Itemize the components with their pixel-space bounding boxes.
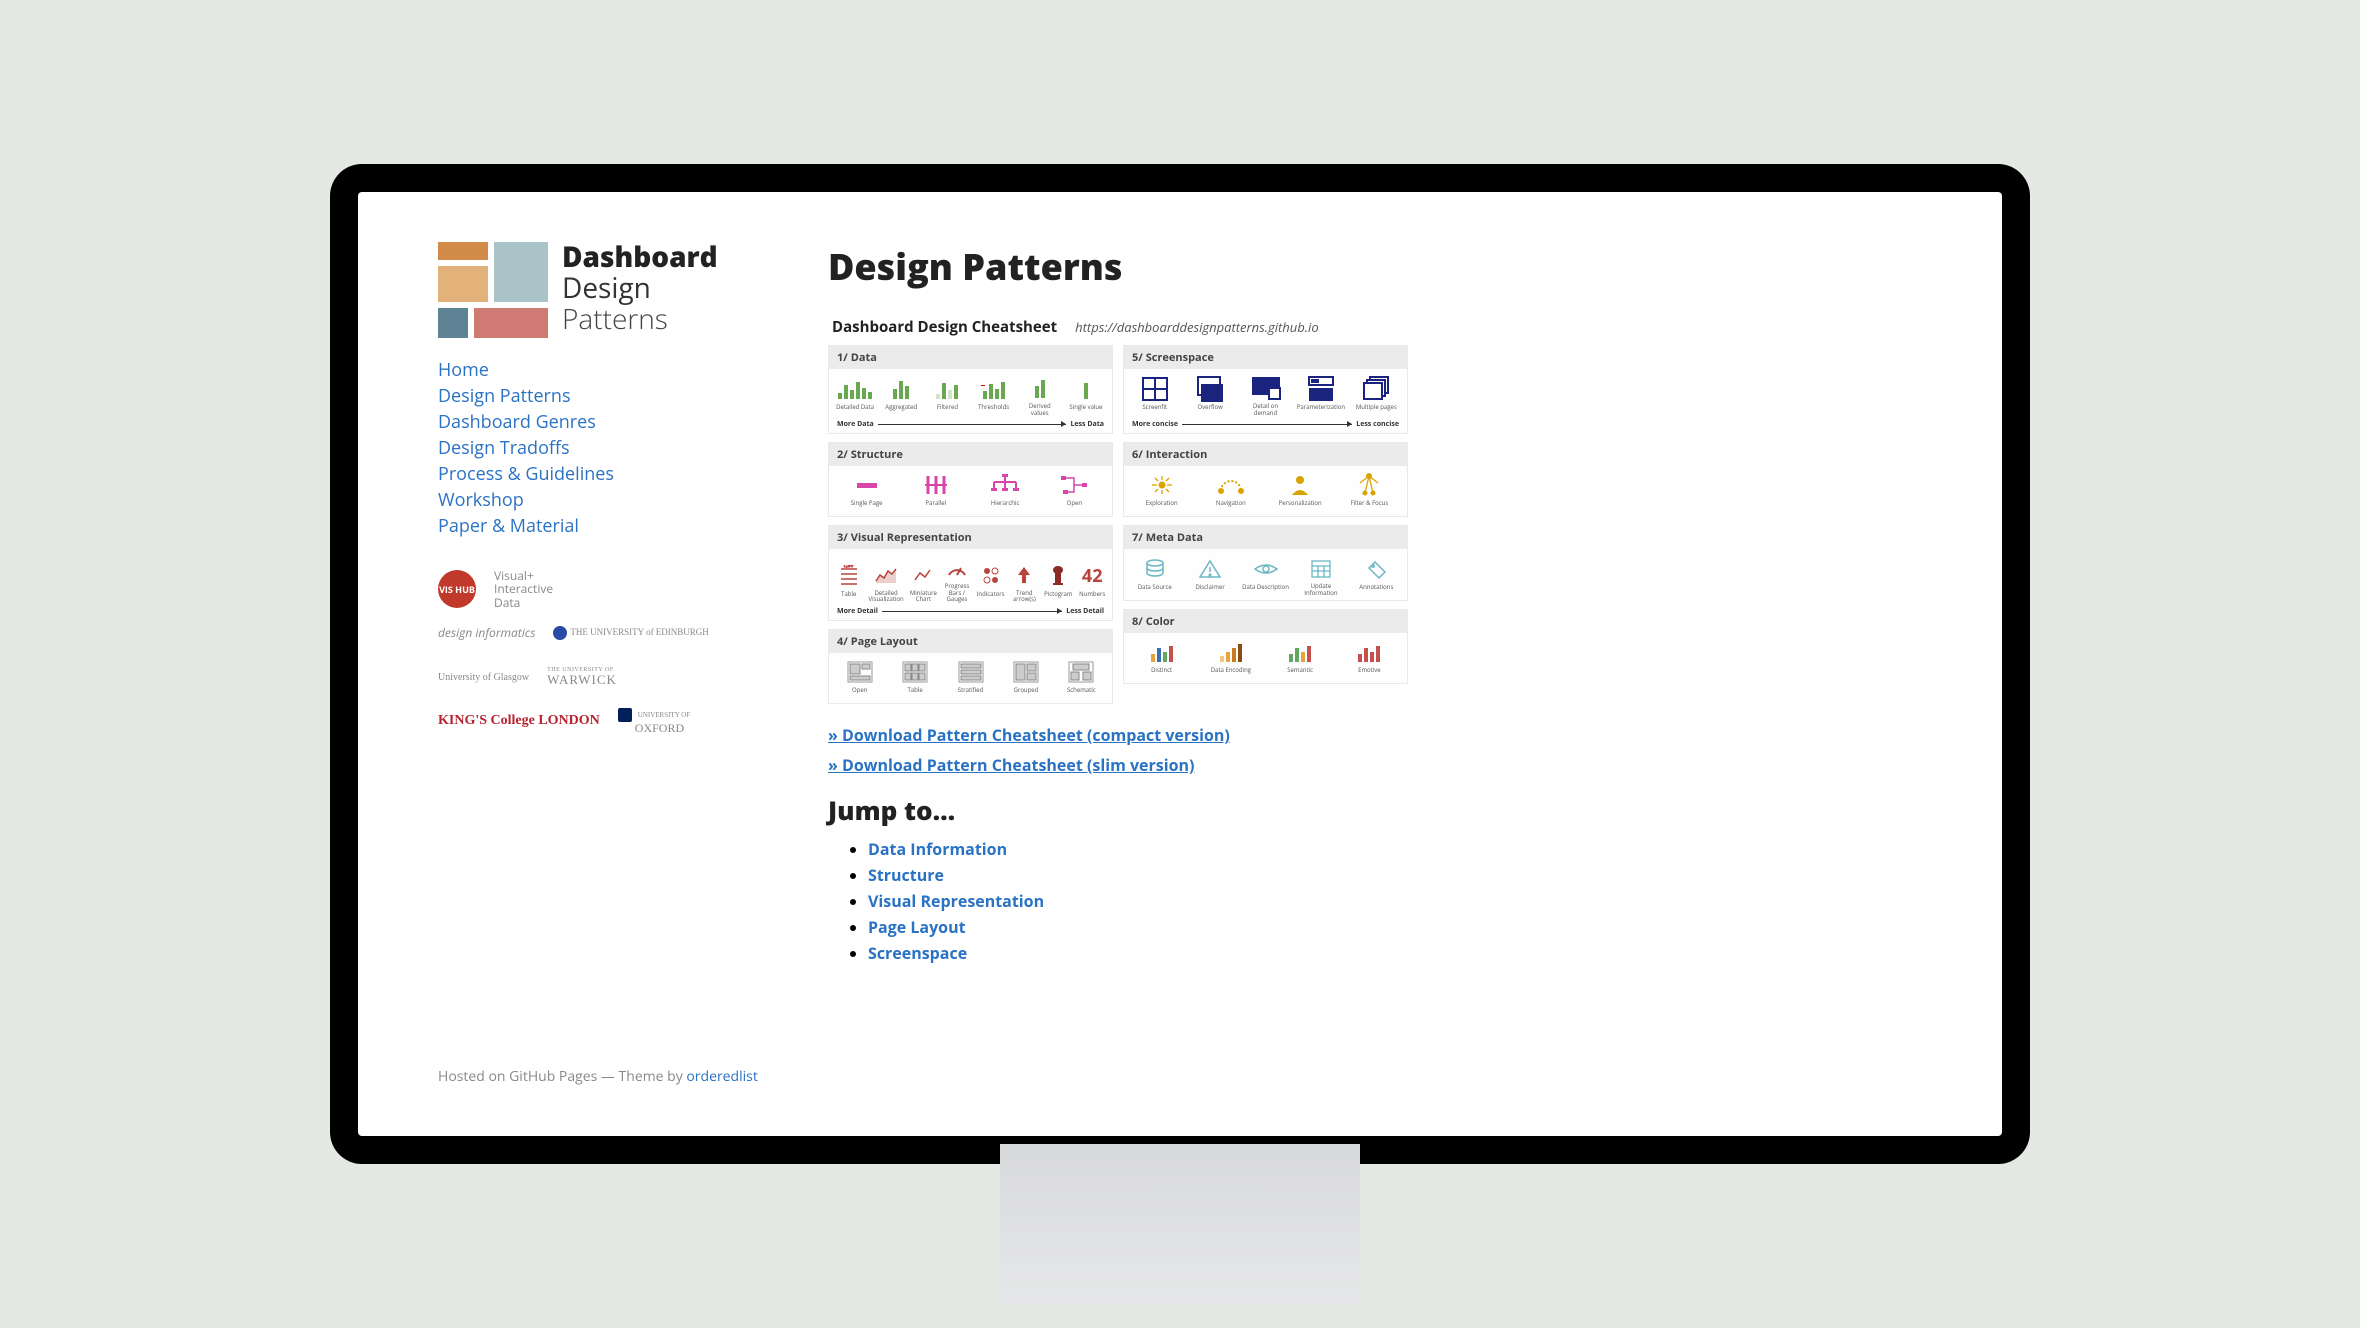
- nav-paper-material[interactable]: Paper & Material: [438, 514, 579, 538]
- kings-logo: KING'S College LONDON: [438, 713, 600, 729]
- jump-data-information[interactable]: Data Information: [868, 838, 1007, 860]
- footer-text: Hosted on GitHub Pages — Theme by: [438, 1067, 686, 1086]
- download-compact-link[interactable]: » Download Pattern Cheatsheet (compact v…: [828, 724, 1922, 746]
- warwick-logo: THE UNIVERSITY OF WARWICK: [547, 667, 617, 688]
- page-title: Design Patterns: [828, 242, 1922, 291]
- design-informatics-logo: design informatics: [438, 626, 535, 639]
- jump-page-layout[interactable]: Page Layout: [868, 916, 966, 938]
- jump-screenspace[interactable]: Screenspace: [868, 942, 967, 964]
- logo-icon: [438, 242, 548, 338]
- vishub-icon: VIS HUB: [438, 570, 476, 608]
- cheatsheet-section-metadata: 7/ Meta Data Data Source Disclaimer Data…: [1123, 525, 1408, 601]
- sidebar: Dashboard Design Patterns Home Design Pa…: [438, 242, 758, 1136]
- monitor-frame: Dashboard Design Patterns Home Design Pa…: [330, 164, 2030, 1164]
- logo-text: Dashboard Design Patterns: [562, 242, 718, 334]
- footer: Hosted on GitHub Pages — Theme by ordere…: [438, 1067, 758, 1136]
- nav-home[interactable]: Home: [438, 358, 489, 382]
- edinburgh-logo: THE UNIVERSITY of EDINBURGH: [553, 626, 708, 640]
- jump-to-heading: Jump to…: [828, 792, 1922, 828]
- cheatsheet-section-interaction: 6/ Interaction Exploration Navigation Pe…: [1123, 442, 1408, 517]
- cheatsheet-section-structure: 2/ Structure Single Page Parallel Hierar…: [828, 442, 1113, 517]
- nav-dashboard-genres[interactable]: Dashboard Genres: [438, 410, 596, 434]
- cheatsheet-title: Dashboard Design Cheatsheet: [832, 317, 1057, 337]
- nav-design-patterns[interactable]: Design Patterns: [438, 384, 571, 408]
- cheatsheet-section-layout: 4/ Page Layout Open Table Stratified Gro…: [828, 629, 1113, 704]
- nav-process-guidelines[interactable]: Process & Guidelines: [438, 462, 614, 486]
- cheatsheet-image[interactable]: Dashboard Design Cheatsheet https://dash…: [828, 315, 1408, 704]
- jump-structure[interactable]: Structure: [868, 864, 944, 886]
- screen: Dashboard Design Patterns Home Design Pa…: [358, 192, 2002, 1136]
- cheatsheet-url: https://dashboarddesignpatterns.github.i…: [1075, 318, 1319, 336]
- download-slim-link[interactable]: » Download Pattern Cheatsheet (slim vers…: [828, 754, 1922, 776]
- nav-design-tradeoffs[interactable]: Design Tradoffs: [438, 436, 570, 460]
- footer-theme-link[interactable]: orderedlist: [686, 1067, 757, 1086]
- cheatsheet-section-screenspace: 5/ Screenspace Screenfit Overflow Detail…: [1123, 345, 1408, 434]
- cheatsheet-section-visual: 3/ Visual Representation 1,24Table Detai…: [828, 525, 1113, 621]
- svg-text:1,24: 1,24: [843, 565, 853, 569]
- vishub-text: Visual+ Interactive Data: [494, 569, 553, 609]
- monitor-stand: [1000, 1144, 1360, 1304]
- site-logo[interactable]: Dashboard Design Patterns: [438, 242, 758, 338]
- jump-visual-representation[interactable]: Visual Representation: [868, 890, 1044, 912]
- jump-to-list: Data Information Structure Visual Repres…: [828, 838, 1922, 964]
- cheatsheet-section-data: 1/ Data Detailed Data Aggregated Filtere…: [828, 345, 1113, 434]
- cheatsheet-section-color: 8/ Color Distinct Data Encoding Semantic…: [1123, 609, 1408, 684]
- main-content: Design Patterns Dashboard Design Cheatsh…: [828, 242, 1922, 1136]
- sidebar-nav: Home Design Patterns Dashboard Genres De…: [438, 356, 758, 540]
- oxford-logo: UNIVERSITY OF OXFORD: [618, 707, 690, 734]
- glasgow-logo: University of Glasgow: [438, 672, 529, 683]
- nav-workshop[interactable]: Workshop: [438, 488, 524, 512]
- affiliations: VIS HUB Visual+ Interactive Data design …: [438, 572, 758, 738]
